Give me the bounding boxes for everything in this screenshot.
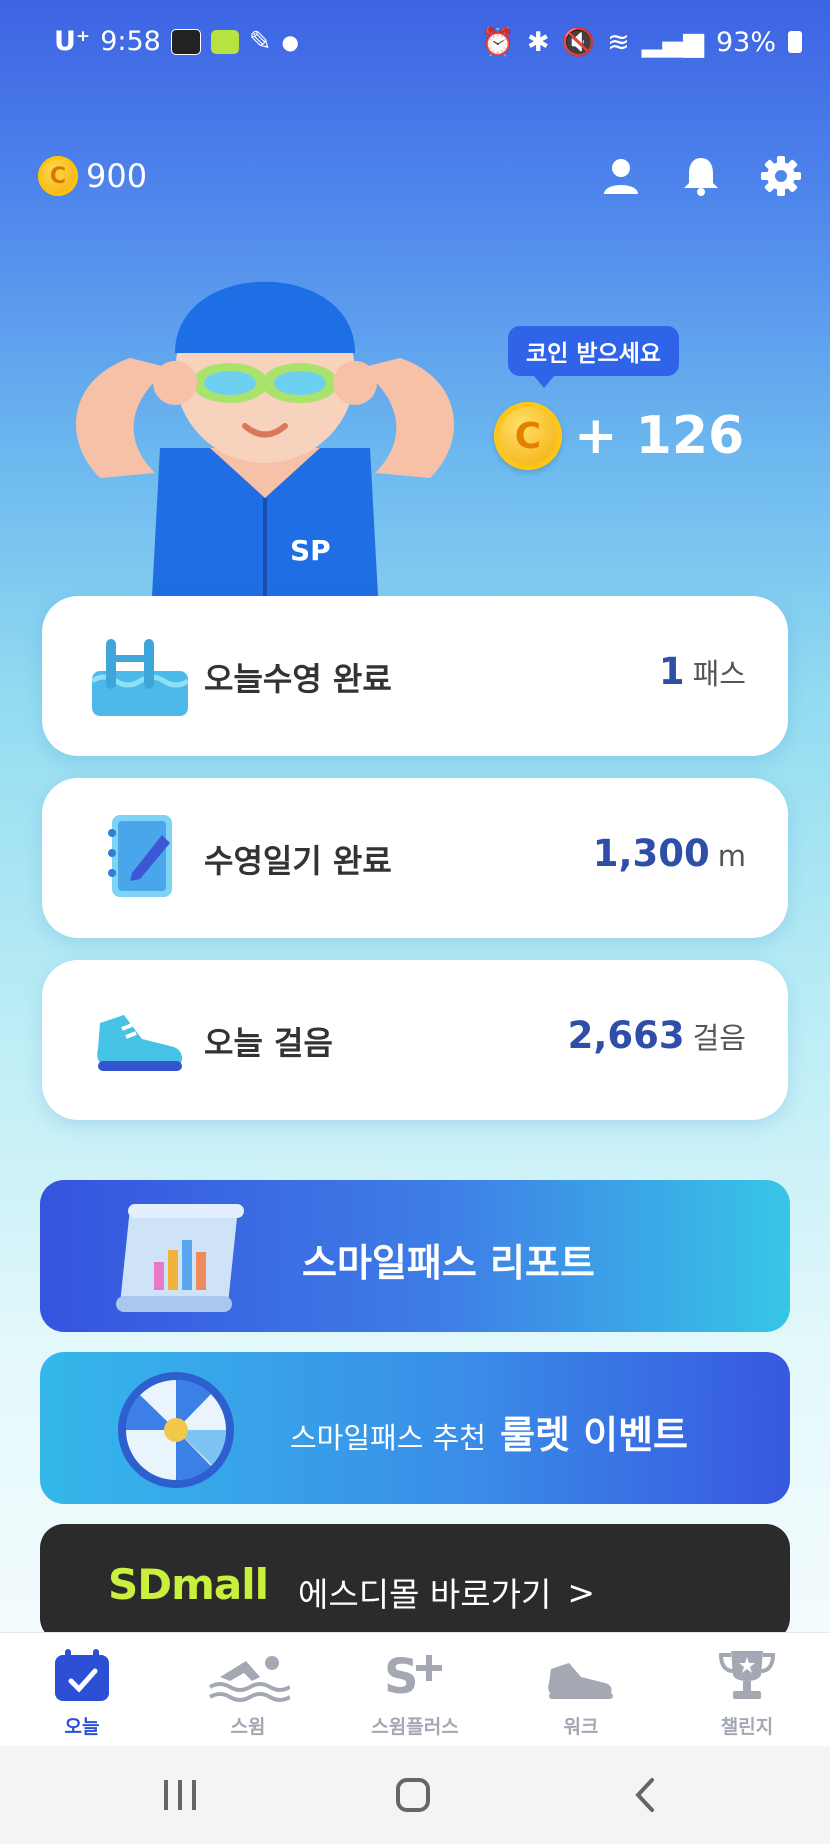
time-label: 9:58 [100,26,161,57]
roulette-banner-title: 룰렛 이벤트 [499,1413,689,1457]
svg-text:S: S [384,1649,419,1703]
report-scroll-icon [116,1204,244,1312]
nav-swim[interactable]: 스윔 [178,1647,318,1739]
home-icon[interactable] [394,1776,434,1814]
nav-label: 오늘 [64,1716,100,1738]
bluetooth-icon: ✱ [526,26,550,58]
calendar-check-icon [55,1649,109,1701]
nav-label: 챌린지 [720,1716,774,1738]
back-icon[interactable] [630,1776,660,1814]
roulette-banner[interactable]: 스마일패스 추천 룰렛 이벤트 [40,1352,790,1504]
card-unit: 걸음 [692,1021,746,1055]
nav-label: 스윔 [230,1716,266,1738]
nav-label: 워크 [563,1716,599,1738]
card-value: 1 패스 [659,650,746,693]
sneaker-icon [97,1015,183,1071]
card-unit: 패스 [692,657,746,691]
sdmall-logo: SDmall [108,1560,269,1609]
nav-today[interactable]: 오늘 [12,1647,152,1739]
recent-apps-icon[interactable] [160,1776,200,1814]
coin-balance-value: 900 [86,157,148,195]
sdmall-link-text: 에스디몰 바로가기 [298,1575,552,1614]
swimming-pool-icon [92,639,188,716]
report-banner-title: 스마일패스 리포트 [302,1241,595,1285]
sdmall-banner[interactable]: SDmall 에스디몰 바로가기 > [40,1524,790,1642]
coin-reward[interactable]: C + 126 [494,402,744,470]
roulette-banner-text: 스마일패스 추천 룰렛 이벤트 [290,1404,688,1459]
diary-icon [108,815,172,897]
wifi-icon: ≋ [607,26,630,58]
card-number: 2,663 [567,1014,685,1057]
app-notification-icon-2 [210,29,239,54]
card-value: 1,300 m [593,832,746,875]
profile-button[interactable] [598,153,644,199]
coin-balance[interactable]: C 900 [38,156,147,196]
sdmall-link[interactable]: 에스디몰 바로가기 > [298,1568,595,1616]
battery-icon [788,31,802,53]
gear-icon [761,156,801,196]
bell-icon [684,158,718,196]
swim-diary-card[interactable]: 수영일기 완료 1,300 m [42,778,788,938]
coin-reward-value: + 126 [574,406,745,466]
coin-bubble: 코인 받으세요 [508,326,679,388]
nav-swim-plus[interactable]: S 스윔플러스 [345,1647,485,1739]
sneaker-icon [548,1663,613,1699]
card-label: 수영일기 완료 [204,842,392,880]
card-value: 2,663 걸음 [568,1014,746,1057]
nav-label: 스윔플러스 [371,1716,459,1738]
trophy-icon [718,1651,776,1699]
nav-walk[interactable]: 워크 [511,1647,651,1739]
roulette-banner-prefix: 스마일패스 추천 [290,1421,486,1455]
shirt-logo: SP [290,534,331,567]
coin-icon: C [38,156,78,196]
nav-challenge[interactable]: 챌린지 [677,1647,817,1739]
dot-icon: ● [281,29,299,54]
alarm-icon: ⏰ [481,27,515,58]
card-number: 1 [658,650,685,693]
card-label: 오늘수영 완료 [204,660,392,698]
pencil-notification-icon: ✎ [248,26,272,57]
roulette-wheel-icon [118,1372,234,1488]
coin-icon: C [494,402,562,470]
settings-button[interactable] [758,153,804,199]
app-notification-icon [170,28,201,55]
coin-bubble-text: 코인 받으세요 [526,341,661,367]
signal-icon: ▂▄▆ [641,26,704,58]
notification-button[interactable] [678,153,724,199]
today-steps-card[interactable]: 오늘 걸음 2,663 걸음 [42,960,788,1120]
battery-label: 93% [715,26,776,58]
swimmer-icon [208,1656,292,1702]
mute-icon: 🔇 [561,27,596,58]
system-nav-bar [0,1746,830,1844]
carrier-label: U⁺ [54,26,91,57]
card-label: 오늘 걸음 [204,1024,333,1062]
card-number: 1,300 [592,832,710,875]
chevron-right-icon: > [567,1572,596,1612]
person-icon [604,159,638,194]
s-plus-icon: S [384,1649,442,1705]
report-banner[interactable]: 스마일패스 리포트 [40,1180,790,1332]
status-bar: U⁺ 9:58 ✎ ● ⏰ ✱ 🔇 ≋ ▂▄▆ 93% [0,22,830,62]
today-swim-card[interactable]: 오늘수영 완료 1 패스 [42,596,788,756]
card-unit: m [717,839,746,873]
bottom-nav: 오늘 스윔 S 스윔플러스 워크 챌린지 [0,1632,830,1747]
swimmer-character: SP [60,258,470,596]
